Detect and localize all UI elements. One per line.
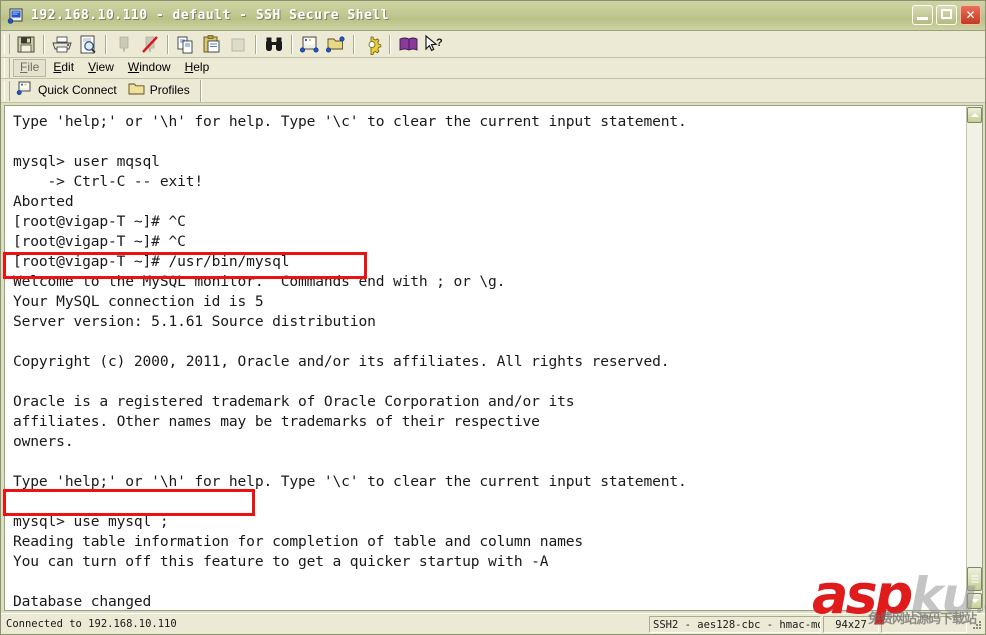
status-bar: Connected to 192.168.10.110 SSH2 - aes12…	[1, 613, 985, 634]
terminal-line: Your MySQL connection id is 5	[13, 293, 264, 310]
svg-text:?: ?	[436, 37, 443, 49]
toolbar-separator	[389, 34, 391, 54]
ssh-app-icon	[7, 7, 25, 25]
menu-bar: File Edit View Window Help	[1, 58, 985, 79]
scroll-down-arrow-icon[interactable]	[967, 593, 982, 609]
arrow-question-icon[interactable]: ?	[422, 33, 446, 56]
toolbar-separator	[105, 34, 107, 54]
terminal-line: You can turn off this feature to get a q…	[13, 553, 549, 570]
terminal-line: Oracle is a registered trademark of Orac…	[13, 393, 575, 410]
terminal-line: affiliates. Other names may be trademark…	[13, 413, 540, 430]
print-preview-button[interactable]	[76, 33, 100, 56]
quickbar-divider	[199, 79, 202, 102]
terminal-line: mysql> user mqsql	[13, 153, 160, 170]
toolbar: ?	[1, 31, 985, 58]
connect-button	[112, 33, 136, 56]
close-button[interactable]: ✕	[960, 5, 981, 25]
resize-grip-icon[interactable]	[969, 617, 983, 631]
terminal-line: Copyright (c) 2000, 2011, Oracle and/or …	[13, 353, 670, 370]
status-connection: Connected to 192.168.10.110	[6, 617, 177, 630]
quick-connect-label: Quick Connect	[38, 83, 117, 97]
menu-edit[interactable]: Edit	[46, 59, 81, 77]
terminal-line: owners.	[13, 433, 74, 450]
window-title: 192.168.10.110 - default - SSH Secure Sh…	[31, 8, 390, 23]
terminal-line: -> Ctrl-C -- exit!	[13, 173, 204, 190]
clipboard-button	[226, 33, 250, 56]
menu-file[interactable]: File	[13, 59, 47, 77]
copy-button[interactable]	[174, 33, 198, 56]
status-terminal-size: 94x27	[823, 615, 879, 633]
menu-window[interactable]: Window	[121, 59, 178, 77]
toolbar-separator	[353, 34, 355, 54]
save-button[interactable]	[14, 33, 38, 56]
terminal-line: mysql> use mysql ;	[13, 513, 169, 530]
toolbar-separator	[43, 34, 45, 54]
menu-view[interactable]: View	[81, 59, 121, 77]
terminal-area: Type 'help;' or '\h' for help. Type '\c'…	[1, 103, 985, 613]
disconnect-button	[138, 33, 162, 56]
terminal-scrollbar[interactable]	[966, 105, 983, 611]
terminal-line: Server version: 5.1.61 Source distributi…	[13, 313, 376, 330]
toolbar-separator	[291, 34, 293, 54]
quick-connect-button[interactable]: Quick Connect	[13, 80, 125, 101]
paste-button[interactable]	[200, 33, 224, 56]
terminal-line: [root@vigap-T ~]# ^C	[13, 233, 186, 250]
terminal-output[interactable]: Type 'help;' or '\h' for help. Type '\c'…	[4, 105, 966, 611]
terminal-line: [root@vigap-T ~]# ^C	[13, 213, 186, 230]
terminal-line: Reading table information for completion…	[13, 533, 583, 550]
profiles-label: Profiles	[149, 83, 190, 97]
toolbar-separator	[167, 34, 169, 54]
status-extra	[881, 615, 967, 633]
menubar-grip[interactable]	[4, 58, 10, 78]
terminal-lines: Type 'help;' or '\h' for help. Type '\c'…	[13, 112, 966, 610]
book-icon[interactable]	[396, 33, 420, 56]
terminal-line: Aborted	[13, 193, 74, 210]
find-button[interactable]	[262, 33, 286, 56]
status-cipher: SSH2 - aes128-cbc - hmac-md5 -	[649, 615, 821, 633]
file-transfer-button[interactable]	[324, 33, 348, 56]
quickbar-grip[interactable]	[4, 80, 10, 101]
scrollbar-track[interactable]	[967, 124, 982, 592]
terminal-line: Type 'help;' or '\h' for help. Type '\c'…	[13, 473, 687, 490]
menu-help[interactable]: Help	[178, 59, 217, 77]
terminal-line: Type 'help;' or '\h' for help. Type '\c'…	[13, 113, 687, 130]
profiles-button[interactable]: Profiles	[125, 80, 198, 101]
print-button[interactable]	[50, 33, 74, 56]
terminal-line: Welcome to the MySQL monitor. Commands e…	[13, 273, 506, 290]
new-terminal-button[interactable]	[298, 33, 322, 56]
quick-connect-bar: Quick Connect Profiles	[1, 79, 985, 103]
ssh-secure-shell-window: 192.168.10.110 - default - SSH Secure Sh…	[0, 0, 986, 635]
terminal-line: Database changed	[13, 593, 152, 610]
title-bar: 192.168.10.110 - default - SSH Secure Sh…	[1, 1, 985, 31]
window-frame: 192.168.10.110 - default - SSH Secure Sh…	[0, 0, 986, 635]
minimize-button[interactable]	[912, 5, 933, 25]
folder-icon	[128, 81, 145, 101]
scroll-thumb[interactable]	[967, 567, 982, 591]
quick-connect-icon	[16, 80, 33, 102]
toolbar-separator	[255, 34, 257, 54]
toolbar-grip[interactable]	[4, 34, 10, 54]
window-controls: ✕	[912, 5, 981, 25]
maximize-button[interactable]	[936, 5, 957, 25]
terminal-line: [root@vigap-T ~]# /usr/bin/mysql	[13, 253, 290, 270]
gear-icon[interactable]	[360, 33, 384, 56]
scroll-up-arrow-icon[interactable]	[967, 107, 982, 123]
